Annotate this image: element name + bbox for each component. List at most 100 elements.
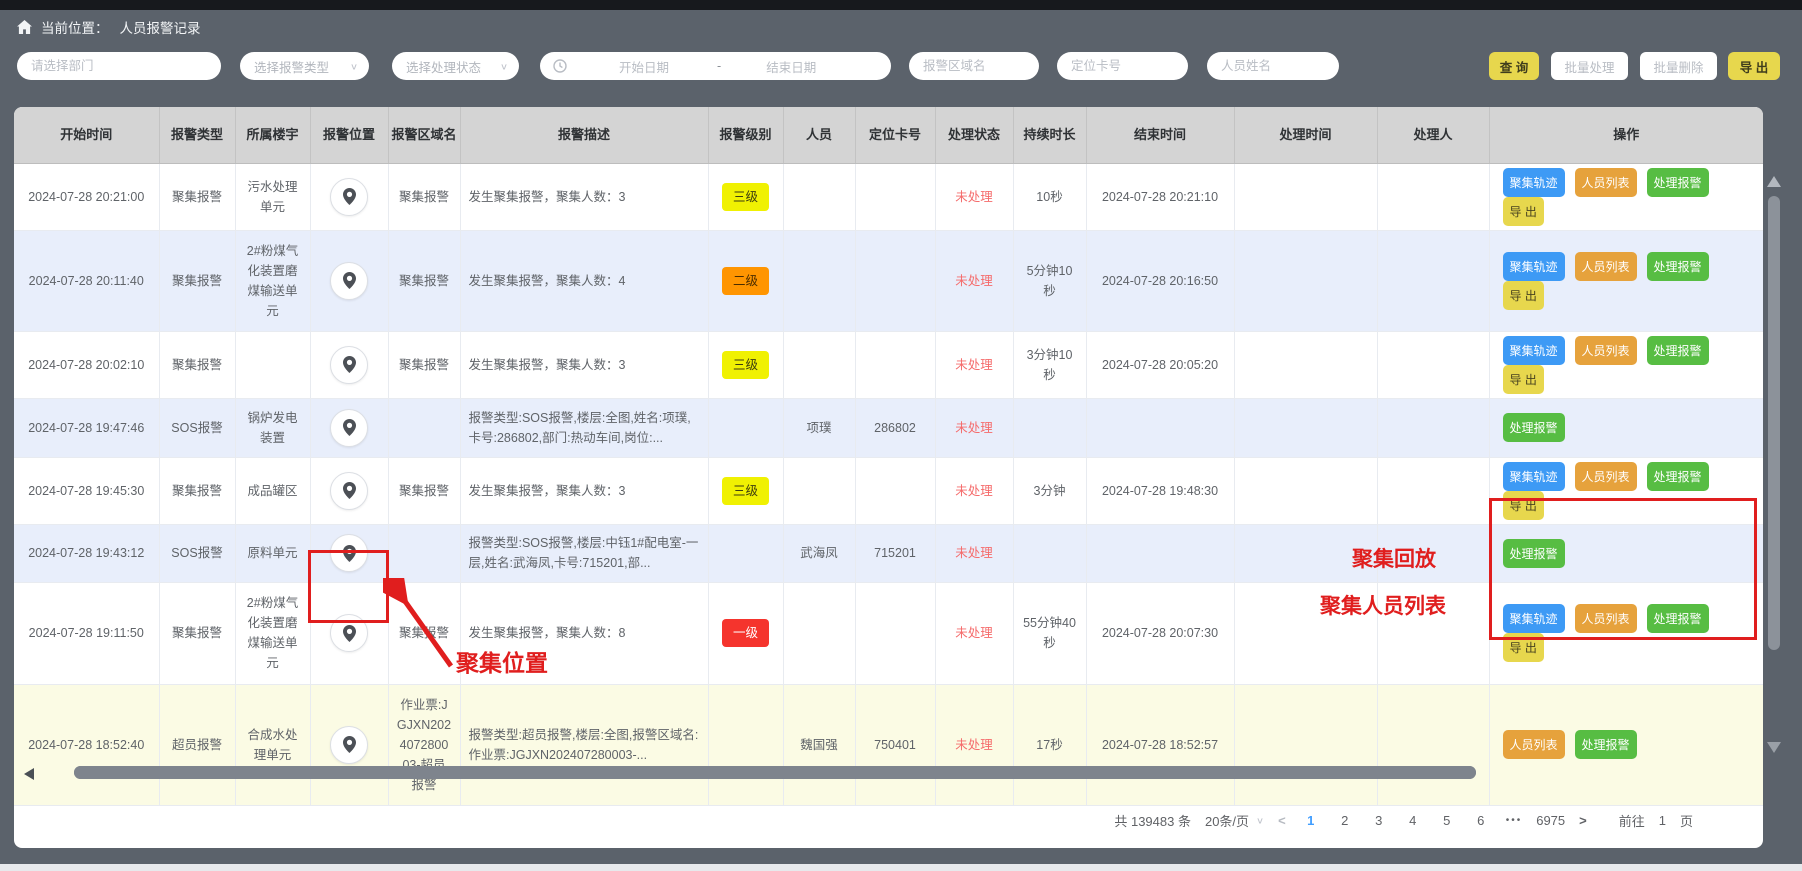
handle-action-button[interactable]: 处理报警: [1647, 462, 1709, 491]
export-action-button[interactable]: 导 出: [1503, 197, 1544, 226]
cell-card-number: 750401: [855, 684, 935, 805]
cell-alarm-position: [310, 230, 388, 331]
vscroll-down-arrow[interactable]: [1767, 742, 1781, 753]
column-header-14: 操作: [1489, 107, 1763, 163]
person-name-input[interactable]: [1207, 52, 1339, 80]
location-pin-button[interactable]: [330, 472, 368, 510]
status-placeholder: 选择处理状态: [406, 57, 481, 76]
cell-alarm-type: SOS报警: [159, 398, 235, 457]
card-number-input[interactable]: [1057, 52, 1188, 80]
page-numbers: 123456: [1300, 813, 1492, 828]
cell-alarm-position: [310, 398, 388, 457]
handle-action-button[interactable]: 处理报警: [1647, 336, 1709, 365]
cell-alarm-type: 聚集报警: [159, 163, 235, 230]
query-button[interactable]: 查 询: [1489, 52, 1539, 80]
column-header-0: 开始时间: [14, 107, 159, 163]
column-header-13: 处理人: [1377, 107, 1489, 163]
column-header-9: 处理状态: [935, 107, 1013, 163]
date-range-picker[interactable]: 开始日期 - 结束日期: [540, 52, 891, 80]
cell-person: 武海凤: [783, 524, 855, 582]
export-button[interactable]: 导 出: [1728, 52, 1780, 80]
alarm-type-select[interactable]: 选择报警类型 ∨: [240, 52, 369, 80]
alarm-area-input[interactable]: [909, 52, 1039, 80]
track-action-button[interactable]: 聚集轨迹: [1503, 252, 1565, 281]
goto-page-input[interactable]: 1: [1659, 813, 1666, 828]
clock-icon: [553, 59, 567, 73]
batch-process-button[interactable]: 批量处理: [1551, 52, 1628, 80]
cell-card-number: [855, 163, 935, 230]
table-row: 2024-07-28 18:52:40超员报警合成水处理单元作业票:JGJXN2…: [14, 684, 1763, 805]
export-action-button[interactable]: 导 出: [1503, 365, 1544, 394]
list-action-button[interactable]: 人员列表: [1575, 252, 1637, 281]
handle-action-button[interactable]: 处理报警: [1503, 413, 1565, 442]
cell-building: 成品罐区: [235, 457, 310, 524]
cell-alarm-area: [388, 524, 460, 582]
cell-alarm-type: 聚集报警: [159, 457, 235, 524]
table-row: 2024-07-28 19:47:46SOS报警锅炉发电装置报警类型:SOS报警…: [14, 398, 1763, 457]
location-pin-button[interactable]: [330, 409, 368, 447]
page-button-6[interactable]: 6: [1470, 813, 1492, 828]
list-action-button[interactable]: 人员列表: [1503, 730, 1565, 759]
location-pin-button[interactable]: [330, 178, 368, 216]
page-button-2[interactable]: 2: [1334, 813, 1356, 828]
cell-processor: [1377, 457, 1489, 524]
cell-actions: 聚集轨迹人员列表处理报警导 出: [1489, 230, 1763, 331]
annotation-people-list-label: 聚集人员列表: [1320, 590, 1446, 620]
start-date-placeholder[interactable]: 开始日期: [619, 57, 669, 76]
cell-building: 合成水处理单元: [235, 684, 310, 805]
page-button-4[interactable]: 4: [1402, 813, 1424, 828]
location-pin-button[interactable]: [330, 346, 368, 384]
cell-building: 锅炉发电装置: [235, 398, 310, 457]
list-action-button[interactable]: 人员列表: [1575, 462, 1637, 491]
list-action-button[interactable]: 人员列表: [1575, 336, 1637, 365]
pages-ellipsis[interactable]: •••: [1506, 815, 1523, 826]
cell-alarm-description: 报警类型:SOS报警,楼层:全图,姓名:项璞,卡号:286802,部门:热动车间…: [460, 398, 708, 457]
cell-alarm-area: 聚集报警: [388, 331, 460, 398]
list-action-button[interactable]: 人员列表: [1575, 168, 1637, 197]
chevron-down-icon: ∨: [1256, 815, 1264, 825]
track-action-button[interactable]: 聚集轨迹: [1503, 336, 1565, 365]
handle-action-button[interactable]: 处理报警: [1647, 252, 1709, 281]
cell-alarm-description: 发生聚集报警，聚集人数：3: [460, 457, 708, 524]
cell-process-status: 未处理: [935, 582, 1013, 684]
horizontal-scrollbar-thumb[interactable]: [74, 766, 1476, 779]
page-size-select[interactable]: 20条/页 ∨: [1205, 811, 1264, 830]
batch-delete-button[interactable]: 批量删除: [1640, 52, 1717, 80]
top-dark-strip: [0, 0, 1802, 10]
page-button-5[interactable]: 5: [1436, 813, 1458, 828]
cell-person: [783, 230, 855, 331]
process-status-select[interactable]: 选择处理状态 ∨: [392, 52, 519, 80]
handle-action-button[interactable]: 处理报警: [1647, 168, 1709, 197]
location-pin-button[interactable]: [330, 262, 368, 300]
track-action-button[interactable]: 聚集轨迹: [1503, 462, 1565, 491]
level-badge: 三级: [722, 183, 769, 211]
cell-process-status: 未处理: [935, 524, 1013, 582]
cell-building: 原料单元: [235, 524, 310, 582]
hscroll-left-arrow[interactable]: [24, 768, 34, 780]
column-header-2: 所属楼宇: [235, 107, 310, 163]
cell-alarm-level: 三级: [708, 163, 783, 230]
vertical-scrollbar-thumb[interactable]: [1768, 196, 1780, 650]
end-date-placeholder[interactable]: 结束日期: [766, 57, 816, 76]
page-button-1[interactable]: 1: [1300, 813, 1322, 828]
home-icon: [17, 20, 32, 34]
cell-processor: [1377, 398, 1489, 457]
goto-suffix: 页: [1680, 811, 1693, 830]
cell-card-number: [855, 230, 935, 331]
page-button-3[interactable]: 3: [1368, 813, 1390, 828]
vscroll-up-arrow[interactable]: [1767, 176, 1781, 187]
cell-start-time: 2024-07-28 20:02:10: [14, 331, 159, 398]
last-page-button[interactable]: 6975: [1536, 813, 1565, 828]
column-header-6: 报警级别: [708, 107, 783, 163]
cell-duration: 3分钟10秒: [1013, 331, 1086, 398]
handle-action-button[interactable]: 处理报警: [1575, 730, 1637, 759]
export-action-button[interactable]: 导 出: [1503, 281, 1544, 310]
next-page-button[interactable]: >: [1579, 813, 1587, 828]
track-action-button[interactable]: 聚集轨迹: [1503, 168, 1565, 197]
location-pin-button[interactable]: [330, 726, 368, 764]
cell-duration: [1013, 398, 1086, 457]
prev-page-button[interactable]: <: [1278, 813, 1286, 828]
cell-alarm-position: [310, 331, 388, 398]
level-badge: 一级: [722, 619, 769, 647]
department-input[interactable]: [17, 52, 221, 80]
